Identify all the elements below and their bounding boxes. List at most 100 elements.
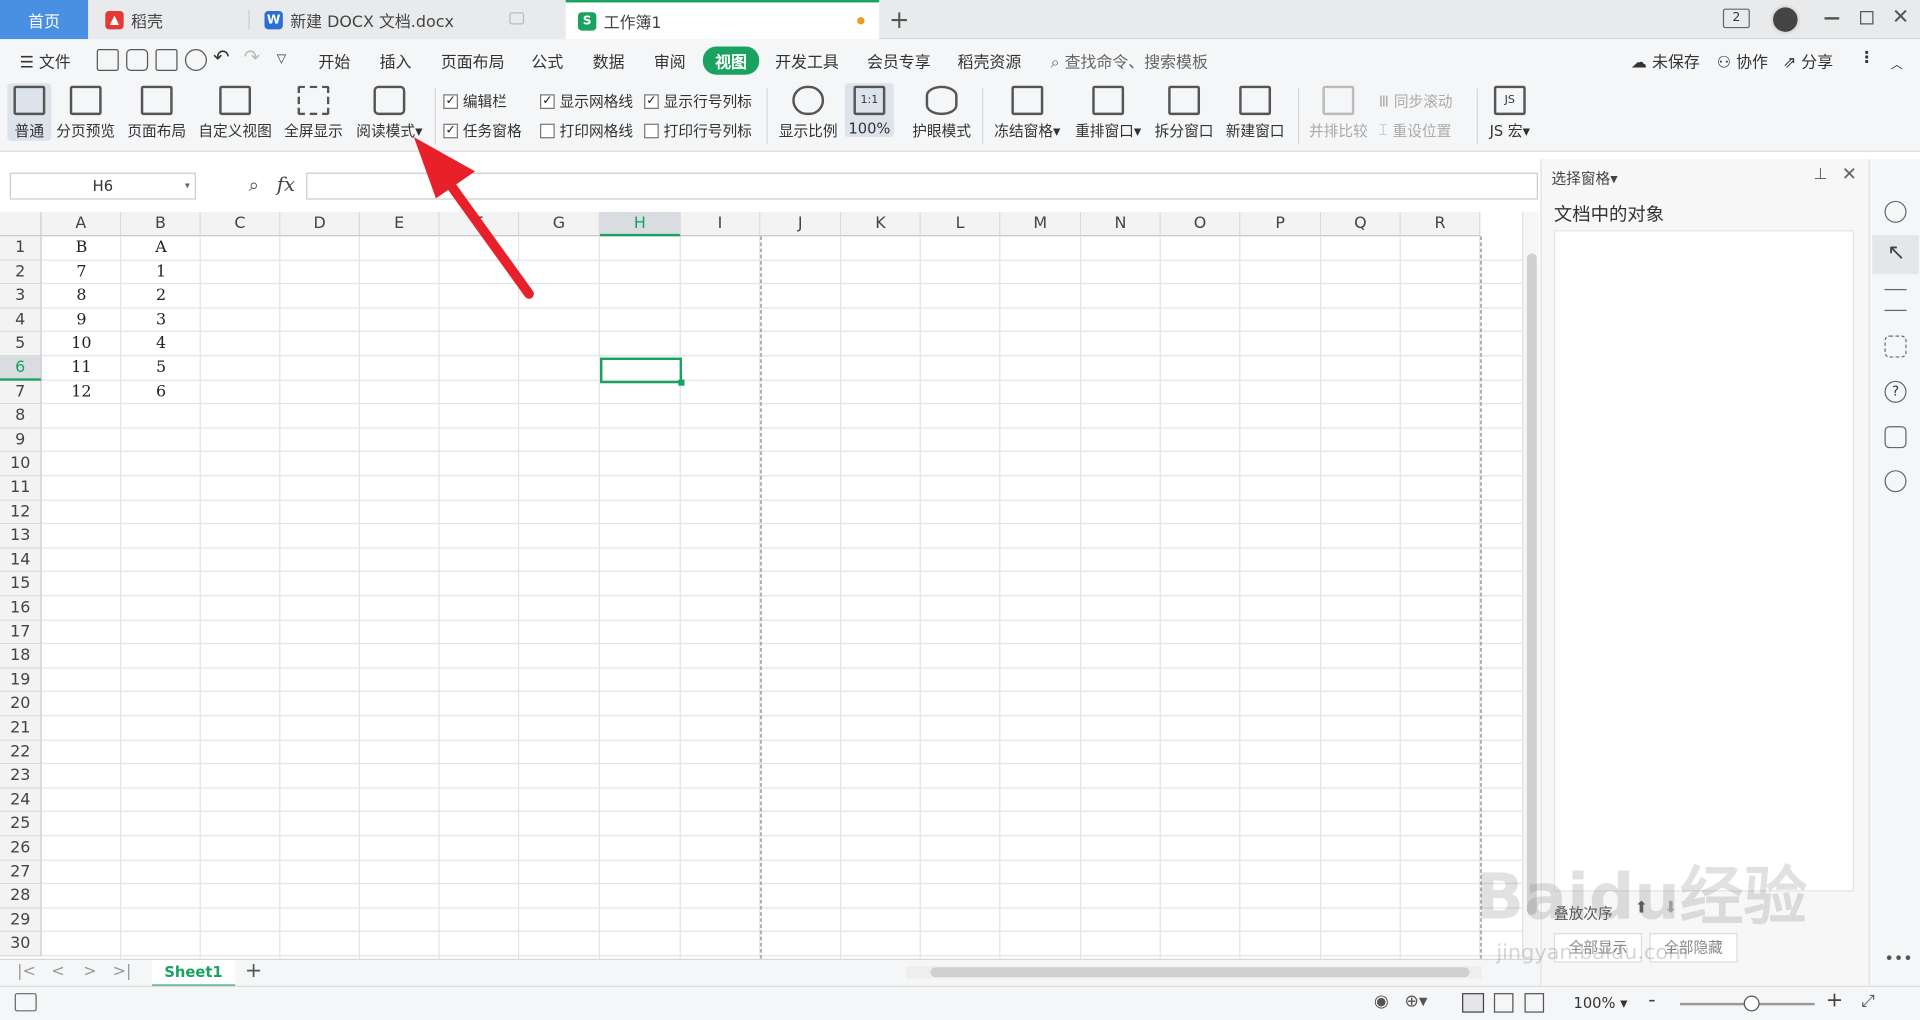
row-header-29[interactable]: 29 [0, 908, 42, 933]
eye-protection-icon[interactable]: ◉ [1374, 992, 1389, 1012]
zoom-100-button[interactable]: 1:1 100% [844, 83, 894, 138]
selection-pane-title[interactable]: 选择窗格▾ [1551, 168, 1617, 189]
more-horizontal-icon[interactable]: ••• [1885, 950, 1913, 968]
help-icon[interactable]: ? [1884, 380, 1907, 403]
sliders-icon[interactable] [1884, 288, 1907, 312]
row-header-30[interactable]: 30 [0, 932, 42, 957]
collab-button[interactable]: ⚇ 协作 [1717, 49, 1768, 72]
undo-icon[interactable]: ↶ [213, 45, 229, 68]
column-header-h[interactable]: H [600, 211, 681, 237]
cell-a2[interactable]: 7 [42, 260, 122, 284]
cell-a4[interactable]: 9 [42, 308, 122, 332]
column-header-b[interactable]: B [121, 211, 201, 237]
collapse-ribbon-icon[interactable]: ︿ [1891, 54, 1903, 72]
cell-a6[interactable]: 11 [42, 356, 122, 380]
row-header-28[interactable]: 28 [0, 884, 42, 909]
column-header-k[interactable]: K [841, 211, 921, 237]
close-icon[interactable]: ✕ [1892, 5, 1909, 29]
cell-b5[interactable]: 4 [121, 332, 201, 356]
more-dropdown-icon[interactable]: ▽ [277, 53, 286, 66]
print-gridlines-checkbox[interactable]: 打印网格线 [540, 120, 633, 141]
reading-mode-icon[interactable]: ⊕▾ [1405, 992, 1428, 1012]
macro-record-icon[interactable] [14, 993, 37, 1012]
menu-member[interactable]: 会员专享 [867, 49, 931, 72]
next-sheet-icon[interactable]: > [83, 962, 96, 980]
cell-b3[interactable]: 2 [121, 284, 201, 308]
name-box[interactable]: H6 ▾ [9, 172, 196, 200]
first-sheet-icon[interactable]: |< [17, 962, 36, 980]
fx-button[interactable]: fx [277, 173, 295, 196]
last-sheet-icon[interactable]: >| [113, 962, 132, 980]
row-header-9[interactable]: 9 [0, 428, 42, 453]
minimize-icon[interactable] [1824, 17, 1840, 19]
screen-icon[interactable] [509, 12, 525, 25]
print-rowcol-checkbox[interactable]: 打印行号列标 [644, 120, 752, 141]
freeze-panes-button[interactable]: 冻结窗格▾ [989, 83, 1065, 141]
show-rowcol-checkbox[interactable]: ✓ 显示行号列标 [644, 91, 752, 112]
zoom-search-icon[interactable]: ⌕ [249, 174, 259, 196]
page-view-icon[interactable] [1493, 993, 1514, 1013]
menu-insert[interactable]: 插入 [380, 49, 412, 72]
cursor-icon[interactable]: ↖ [1887, 240, 1905, 266]
window-count-icon[interactable]: 2 [1722, 8, 1750, 29]
cell-b7[interactable]: 6 [121, 380, 201, 404]
tab-daoke[interactable]: ▲ 稻壳 [88, 0, 250, 40]
zoom-slider-thumb[interactable] [1743, 995, 1760, 1012]
tab-workbook[interactable]: S 工作簿1 [565, 0, 880, 40]
avatar[interactable] [1770, 4, 1801, 35]
tab-docx[interactable]: W 新建 DOCX 文档.docx [249, 0, 566, 40]
column-header-p[interactable]: P [1240, 211, 1322, 237]
menu-data[interactable]: 数据 [593, 49, 625, 72]
reset-position-button[interactable]: ⌶ 重设位置 [1379, 120, 1452, 141]
cell-b6[interactable]: 5 [121, 356, 201, 380]
row-header-8[interactable]: 8 [0, 404, 42, 429]
add-sheet-button[interactable]: + [245, 959, 262, 983]
column-header-r[interactable]: R [1400, 211, 1481, 237]
row-header-3[interactable]: 3 [0, 284, 42, 309]
row-header-16[interactable]: 16 [0, 596, 42, 621]
selected-cell-h6[interactable] [600, 357, 683, 384]
zoom-level[interactable]: 100% ▾ [1573, 994, 1627, 1011]
row-header-26[interactable]: 26 [0, 836, 42, 861]
rearrange-button[interactable]: 重排窗口▾ [1070, 83, 1146, 141]
column-header-n[interactable]: N [1081, 211, 1161, 237]
normal-view-button[interactable]: 普通 [7, 83, 52, 141]
page-break-preview-button[interactable]: 分页预览 [54, 83, 118, 141]
column-header-a[interactable]: A [41, 211, 122, 237]
new-tab-button[interactable]: + [889, 0, 913, 39]
row-header-18[interactable]: 18 [0, 644, 42, 669]
sheet-tab-sheet1[interactable]: Sheet1 [151, 960, 236, 987]
column-header-i[interactable]: I [680, 211, 761, 237]
fullscreen-button[interactable]: 全屏显示 [282, 83, 346, 141]
row-header-7[interactable]: 7 [0, 380, 42, 405]
rocket-icon[interactable] [1884, 200, 1907, 223]
command-search[interactable]: ⌕ 查找命令、搜索模板 [1051, 49, 1208, 72]
cell-a7[interactable]: 12 [42, 380, 122, 404]
tab-home[interactable]: 首页 [0, 0, 89, 40]
menu-daoke-resources[interactable]: 稻壳资源 [958, 49, 1022, 72]
menu-start[interactable]: 开始 [318, 49, 350, 72]
row-header-15[interactable]: 15 [0, 572, 42, 597]
redo-icon[interactable]: ↷ [244, 45, 260, 68]
prev-sheet-icon[interactable]: < [51, 962, 64, 980]
object-list[interactable] [1553, 230, 1854, 892]
row-header-10[interactable]: 10 [0, 452, 42, 477]
panel-close-icon[interactable]: ✕ [1842, 163, 1857, 185]
row-header-23[interactable]: 23 [0, 764, 42, 789]
select-all-corner[interactable] [0, 211, 42, 237]
file-menu[interactable]: ☰ 文件 [20, 49, 71, 72]
horizontal-scrollbar[interactable] [906, 966, 1482, 979]
column-header-m[interactable]: M [1000, 211, 1082, 237]
more-icon[interactable]: ⋮ [1859, 49, 1875, 67]
split-window-button[interactable]: 拆分窗口 [1151, 83, 1217, 141]
zoom-button[interactable]: 显示比例 [776, 83, 840, 141]
cell-b1[interactable]: A [121, 236, 201, 260]
cell-b4[interactable]: 3 [121, 308, 201, 332]
export-icon[interactable] [126, 48, 149, 72]
row-header-20[interactable]: 20 [0, 692, 42, 717]
column-header-d[interactable]: D [280, 211, 361, 237]
column-header-o[interactable]: O [1160, 211, 1241, 237]
row-header-6[interactable]: 6 [0, 356, 42, 381]
normal-view-icon[interactable] [1462, 993, 1485, 1013]
cell-b2[interactable]: 1 [121, 260, 201, 284]
